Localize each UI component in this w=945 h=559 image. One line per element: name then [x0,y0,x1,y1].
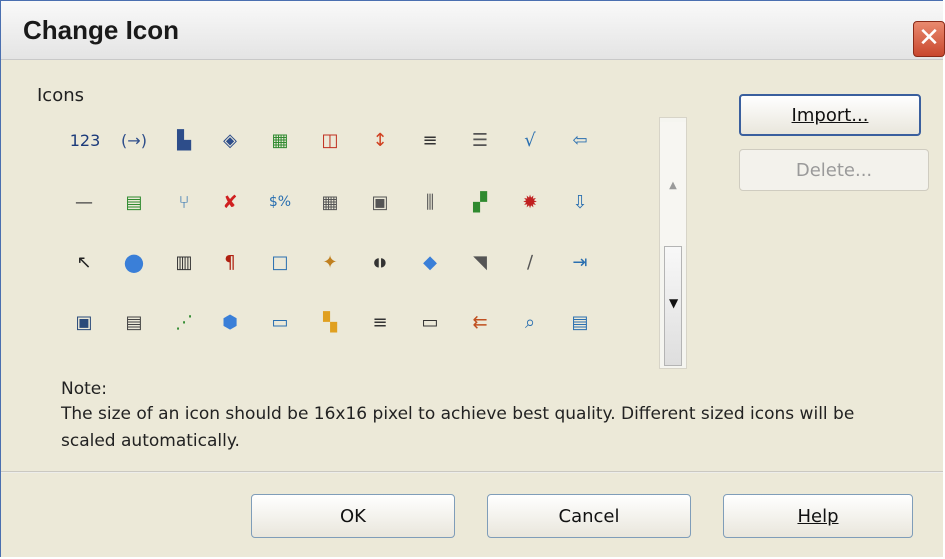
change-icon-dialog: Change Icon ✕ Icons 123 (→) ▙ ◈ ▦ ◫ ↕ ≡ … [0,0,945,557]
pointer-icon[interactable]: ↖ [71,249,97,275]
import-button[interactable]: Import... [739,94,921,136]
diamond-icon[interactable]: ◆ [417,249,443,275]
page-layout-icon[interactable]: ▤ [121,309,147,335]
circle-icon[interactable]: ● [121,248,147,276]
pattern-icon[interactable]: ⋰ [171,309,197,335]
ok-button-label: OK [340,505,366,527]
list-box-icon[interactable]: ▥ [171,249,197,275]
merge-icon[interactable]: ⑂ [171,189,197,215]
import-button-label: Import... [791,104,869,126]
icon-list-scrollbar[interactable]: ▲ ▼ [659,117,687,369]
note-text: The size of an icon should be 16x16 pixe… [61,404,855,451]
align-justify-icon[interactable]: ≡ [417,127,443,153]
icons-group-label: Icons [37,85,85,106]
grid-icon[interactable]: ▦ [317,189,343,215]
scroll-track-upper[interactable]: ▲ [660,122,686,246]
align-center-icon[interactable]: ≡ [367,309,393,335]
note-label: Note: [61,379,107,399]
insert-field-icon[interactable]: ▤ [121,189,147,215]
currency-percent-icon[interactable]: $% [267,189,293,215]
zoom-icon[interactable]: ⌕ [517,309,543,335]
magic-wand-icon[interactable]: ✦ [317,249,343,275]
scroll-thumb[interactable]: ▼ [664,246,682,366]
diagonal-line-icon[interactable]: ◥ [467,249,493,275]
database-arrow-icon[interactable]: ⇩ [567,189,593,215]
color-palette-icon[interactable]: ▚ [317,309,343,335]
help-button[interactable]: Help [723,494,913,538]
rounded-rectangle-icon[interactable]: □ [267,249,293,275]
title-bar: Change Icon ✕ [1,1,945,60]
icon-grid: 123 (→) ▙ ◈ ▦ ◫ ↕ ≡ ☰ √ ⇦ — ▤ ⑂ ✘ $% ▦ ▣… [67,119,627,351]
tools-icon[interactable]: ◈ [217,127,243,153]
ok-button[interactable]: OK [251,494,455,538]
cancel-button[interactable]: Cancel [487,494,691,538]
scroll-up-arrow-icon[interactable]: ▲ [660,180,686,191]
delete-button-label: Delete... [795,159,873,181]
cancel-button-label: Cancel [558,505,620,527]
sort-descending-icon[interactable]: ↕ [367,127,393,153]
back-arrow-icon[interactable]: ⇦ [567,127,593,153]
help-button-label: Help [797,505,839,527]
spin-button-icon[interactable]: ◖◗ [367,249,393,275]
align-lines-icon[interactable]: ☰ [467,127,493,153]
paperclip-icon[interactable]: ∕ [517,249,543,275]
formatting-marks-icon[interactable]: ¶ [217,249,243,275]
dialog-title: Change Icon [23,15,180,45]
numbers-icon[interactable]: 123 [67,127,103,153]
delete-arrow-icon[interactable]: ✘ [217,189,243,215]
form-control-icon[interactable]: ▣ [367,189,393,215]
form-design-icon[interactable]: ▤ [567,309,593,335]
chart-document-icon[interactable]: ▞ [467,189,493,215]
delete-button[interactable]: Delete... [739,149,929,191]
table-icon[interactable]: ▦ [267,127,293,153]
frame-icon[interactable]: ◫ [317,127,343,153]
document-arrow-icon[interactable]: ⇥ [567,249,593,275]
arrow-in-parentheses-icon[interactable]: (→) [117,127,151,153]
divider [1,471,943,473]
record-gear-icon[interactable]: ✹ [517,189,543,215]
octagon-icon[interactable]: ⬢ [217,309,243,335]
callout-icon[interactable]: ▭ [267,309,293,335]
save-icon[interactable]: ▣ [71,309,97,335]
scroll-down-arrow-icon[interactable]: ▼ [669,296,678,310]
decrease-indent-icon[interactable]: ⇇ [467,309,493,335]
connector-icon[interactable]: ▙ [171,127,197,153]
line-numbering-icon[interactable]: ▭ [417,309,443,335]
horizontal-line-icon[interactable]: — [71,189,97,215]
close-button[interactable]: ✕ [913,21,945,57]
column-split-icon[interactable]: ⫼ [417,189,443,215]
formula-icon[interactable]: √ [517,127,543,153]
